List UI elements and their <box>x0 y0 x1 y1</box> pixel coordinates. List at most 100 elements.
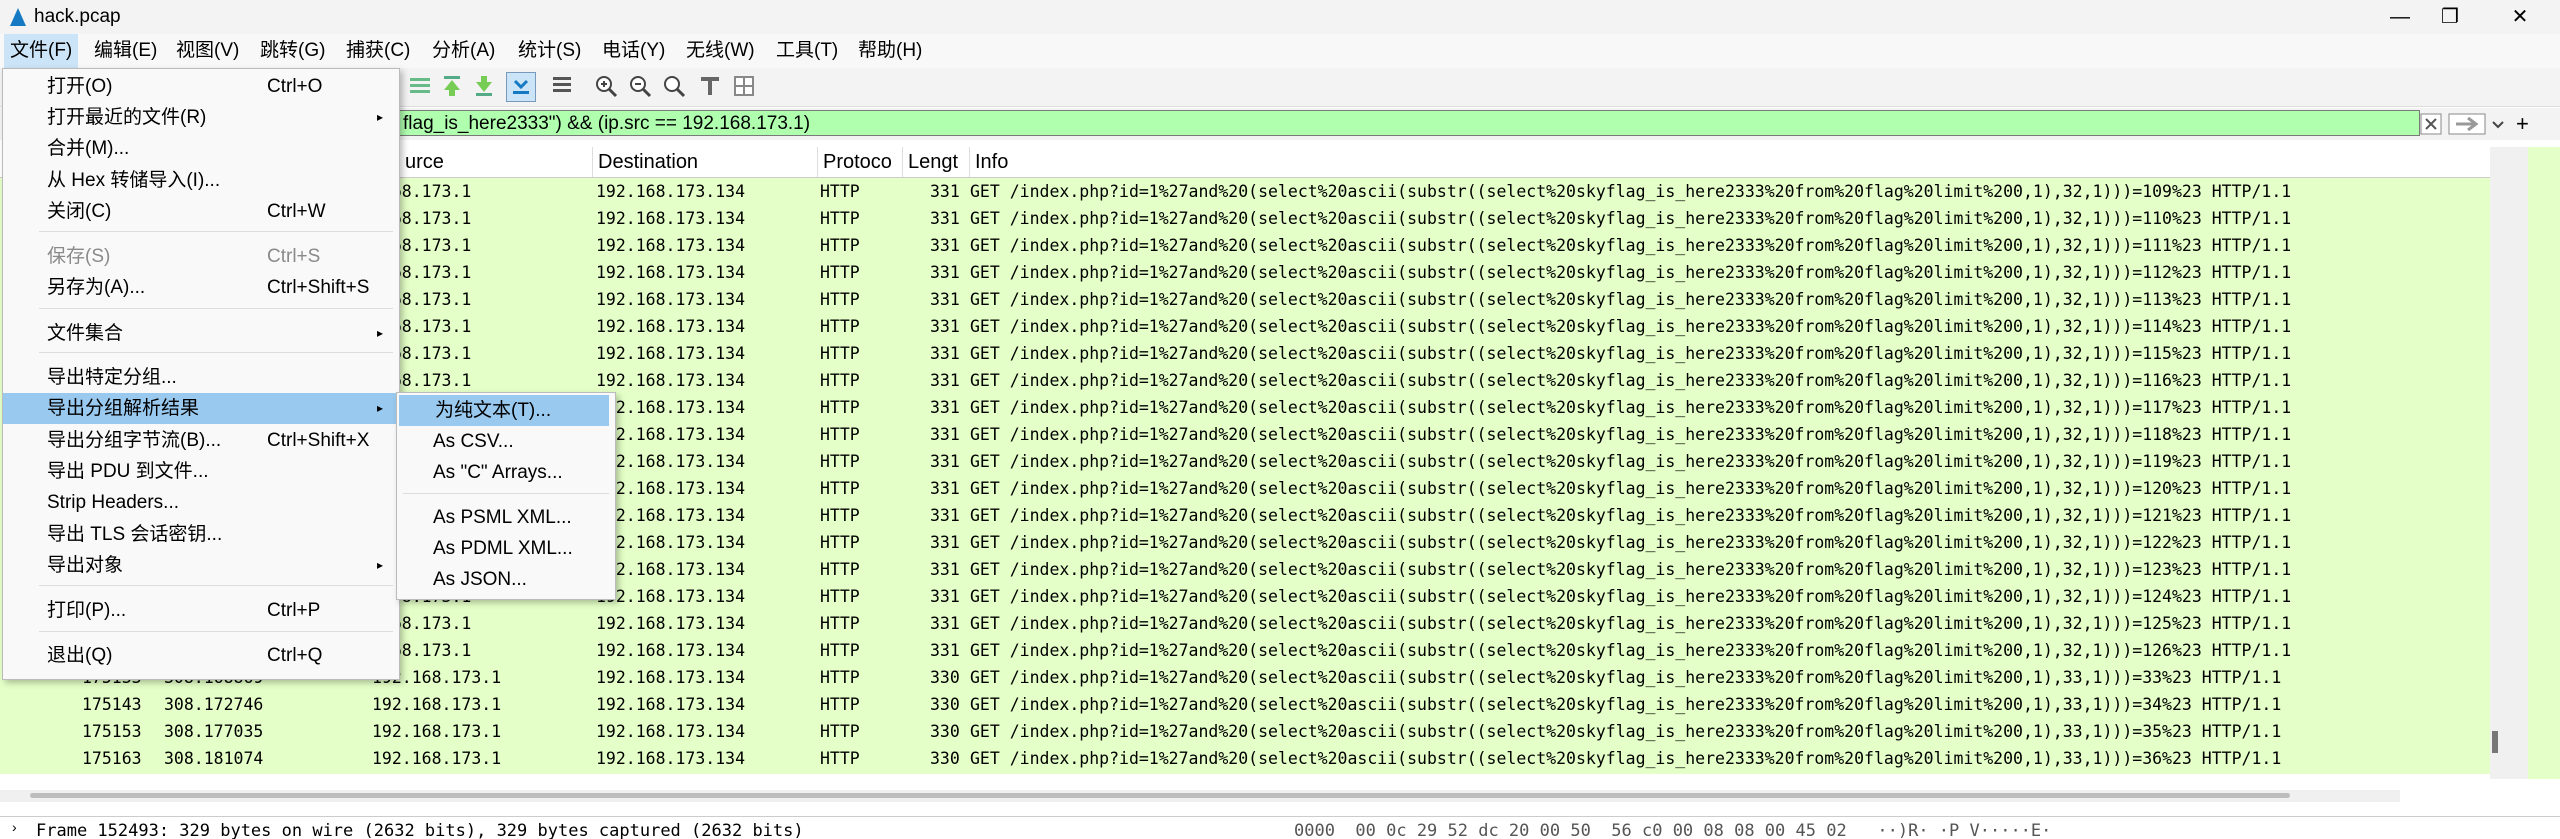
col-info-header[interactable]: Info <box>970 147 2490 177</box>
export-submenu-item[interactable]: As PDML XML... <box>397 533 615 564</box>
export-submenu-item[interactable]: As JSON... <box>397 564 615 595</box>
menu-item-label: Strip Headers... <box>47 492 179 513</box>
chevron-down-icon[interactable] <box>2490 112 2506 136</box>
file-menu-item[interactable]: 另存为(A)... Ctrl+Shift+S <box>3 272 399 303</box>
menu-tools[interactable]: 工具(T) <box>770 34 844 68</box>
menu-item-label: 从 Hex 转储导入(I)... <box>47 170 221 191</box>
cell-length: 331 <box>930 479 960 498</box>
cell-destination: 192.168.173.134 <box>596 695 746 714</box>
cell-length: 331 <box>930 209 960 228</box>
go-first-packet-icon[interactable] <box>438 72 466 100</box>
autoscroll-icon[interactable] <box>506 72 536 102</box>
cell-info: GET /index.php?id=1%27and%20(select%20as… <box>970 371 2292 390</box>
col-protocol-header[interactable]: Protoco <box>818 147 903 177</box>
menu-go[interactable]: 跳转(G) <box>254 34 331 68</box>
hex-dump[interactable]: 0000 00 0c 29 52 dc 20 00 50 56 c0 00 08… <box>1294 821 2051 839</box>
menu-separator <box>39 352 393 353</box>
cell-destination: 192.168.173.134 <box>596 290 746 309</box>
zoom-out-icon[interactable] <box>626 72 654 100</box>
file-menu-item[interactable]: 导出分组解析结果 ▸ <box>3 393 399 424</box>
menu-item-label: As "C" Arrays... <box>433 462 563 483</box>
menu-item-label: 退出(Q) <box>47 645 113 666</box>
file-menu-item[interactable]: 从 Hex 转储导入(I)... <box>3 165 399 196</box>
cell-length: 331 <box>930 452 960 471</box>
scroll-thumb[interactable] <box>2492 731 2498 753</box>
cell-protocol: HTTP <box>820 317 860 336</box>
menu-item-label: As PSML XML... <box>433 507 572 528</box>
col-destination-header[interactable]: Destination <box>593 147 818 177</box>
horizontal-scroll-thumb[interactable] <box>30 793 2290 798</box>
clear-icon[interactable] <box>2420 112 2442 136</box>
cell-info: GET /index.php?id=1%27and%20(select%20as… <box>970 749 2282 768</box>
menu-help[interactable]: 帮助(H) <box>852 34 928 68</box>
menu-telephony[interactable]: 电话(Y) <box>596 34 671 68</box>
menu-item-label: 为纯文本(T)... <box>435 400 552 421</box>
go-last-packet-icon[interactable] <box>470 72 498 100</box>
table-row[interactable]: 175143 308.172746 192.168.173.1 192.168.173… <box>0 691 2490 718</box>
cell-destination: 192.168.173.134 <box>596 425 746 444</box>
cell-destination: 192.168.173.134 <box>596 506 746 525</box>
menu-item-label: 打开(O) <box>47 76 113 97</box>
cell-info: GET /index.php?id=1%27and%20(select%20as… <box>970 641 2292 660</box>
export-submenu-item[interactable]: As CSV... <box>397 426 615 457</box>
resize-columns-icon[interactable] <box>696 72 724 100</box>
file-menu-item[interactable]: 保存(S) Ctrl+S <box>3 241 399 272</box>
col-length-header[interactable]: Lengt <box>903 147 970 177</box>
expand-chevron-icon[interactable]: › <box>12 819 17 835</box>
add-filter-button[interactable]: + <box>2516 112 2529 136</box>
table-row[interactable]: 175163 308.181074 192.168.173.1 192.168.173… <box>0 745 2490 772</box>
export-dissections-submenu: 为纯文本(T)... As CSV... As "C" Arrays... As PS… <box>396 392 616 600</box>
maximize-button[interactable]: ❐ <box>2420 0 2480 34</box>
file-menu-item[interactable]: 打开最近的文件(R) ▸ <box>3 102 399 133</box>
file-menu-item[interactable]: 打印(P)... Ctrl+P <box>3 595 399 626</box>
horizontal-scrollbar[interactable] <box>0 790 2400 802</box>
file-menu-item[interactable]: 退出(Q) Ctrl+Q <box>3 640 399 671</box>
zoom-in-icon[interactable] <box>592 72 620 100</box>
layout-icon[interactable] <box>730 72 758 100</box>
menu-item-label: 导出分组解析结果 <box>47 398 200 419</box>
frame-summary[interactable]: Frame 152493: 329 bytes on wire (2632 bi… <box>36 821 804 839</box>
close-button[interactable]: ✕ <box>2490 0 2550 34</box>
table-row[interactable]: 175153 308.177035 192.168.173.1 192.168.173… <box>0 718 2490 745</box>
vertical-scrollbar[interactable] <box>2490 147 2528 779</box>
menu-capture[interactable]: 捕获(C) <box>340 34 416 68</box>
cell-protocol: HTTP <box>820 263 860 282</box>
arrow-right-icon[interactable] <box>2448 112 2486 136</box>
cell-destination: 192.168.173.134 <box>596 182 746 201</box>
menu-statistics[interactable]: 统计(S) <box>512 34 587 68</box>
cell-protocol: HTTP <box>820 344 860 363</box>
packet-minimap[interactable] <box>2528 147 2560 779</box>
file-menu-item[interactable]: 导出 TLS 会话密钥... <box>3 519 399 550</box>
go-last-icon[interactable] <box>406 72 434 100</box>
col-source-header-label[interactable]: urce <box>400 147 593 177</box>
export-submenu-item[interactable]: As "C" Arrays... <box>397 457 615 488</box>
menu-view[interactable]: 视图(V) <box>170 34 245 68</box>
cell-destination: 192.168.173.134 <box>596 263 746 282</box>
menu-file[interactable]: 文件(F) <box>4 34 79 68</box>
file-menu-item[interactable]: 导出对象 ▸ <box>3 550 399 581</box>
export-submenu-item[interactable]: As PSML XML... <box>397 502 615 533</box>
cell-info: GET /index.php?id=1%27and%20(select%20as… <box>970 209 2292 228</box>
cell-protocol: HTTP <box>820 587 860 606</box>
file-menu-item[interactable]: 合并(M)... <box>3 133 399 164</box>
file-menu-item[interactable]: 导出特定分组... <box>3 362 399 393</box>
export-submenu-item[interactable]: 为纯文本(T)... <box>399 395 609 426</box>
cell-destination: 192.168.173.134 <box>596 452 746 471</box>
file-menu-item[interactable]: 导出分组字节流(B)... Ctrl+Shift+X <box>3 425 399 456</box>
cell-time: 308.172746 <box>164 695 264 714</box>
menu-wireless[interactable]: 无线(W) <box>680 34 761 68</box>
submenu-arrow-icon: ▸ <box>376 558 383 572</box>
menu-item-shortcut: Ctrl+Q <box>267 645 323 666</box>
menu-item-shortcut: Ctrl+P <box>267 600 321 621</box>
colorize-icon[interactable] <box>548 72 576 100</box>
cell-time: 308.181074 <box>164 749 264 768</box>
menu-analyze[interactable]: 分析(A) <box>426 34 501 68</box>
file-menu-item[interactable]: Strip Headers... <box>3 487 399 518</box>
file-menu-item[interactable]: 关闭(C) Ctrl+W <box>3 196 399 227</box>
file-menu-item[interactable]: 导出 PDU 到文件... <box>3 456 399 487</box>
file-menu-item[interactable]: 文件集合 ▸ <box>3 318 399 349</box>
menu-edit[interactable]: 编辑(E) <box>88 34 163 68</box>
file-menu-item[interactable]: 打开(O) Ctrl+O <box>3 71 399 102</box>
cell-destination: 192.168.173.134 <box>596 344 746 363</box>
zoom-reset-icon[interactable] <box>660 72 688 100</box>
